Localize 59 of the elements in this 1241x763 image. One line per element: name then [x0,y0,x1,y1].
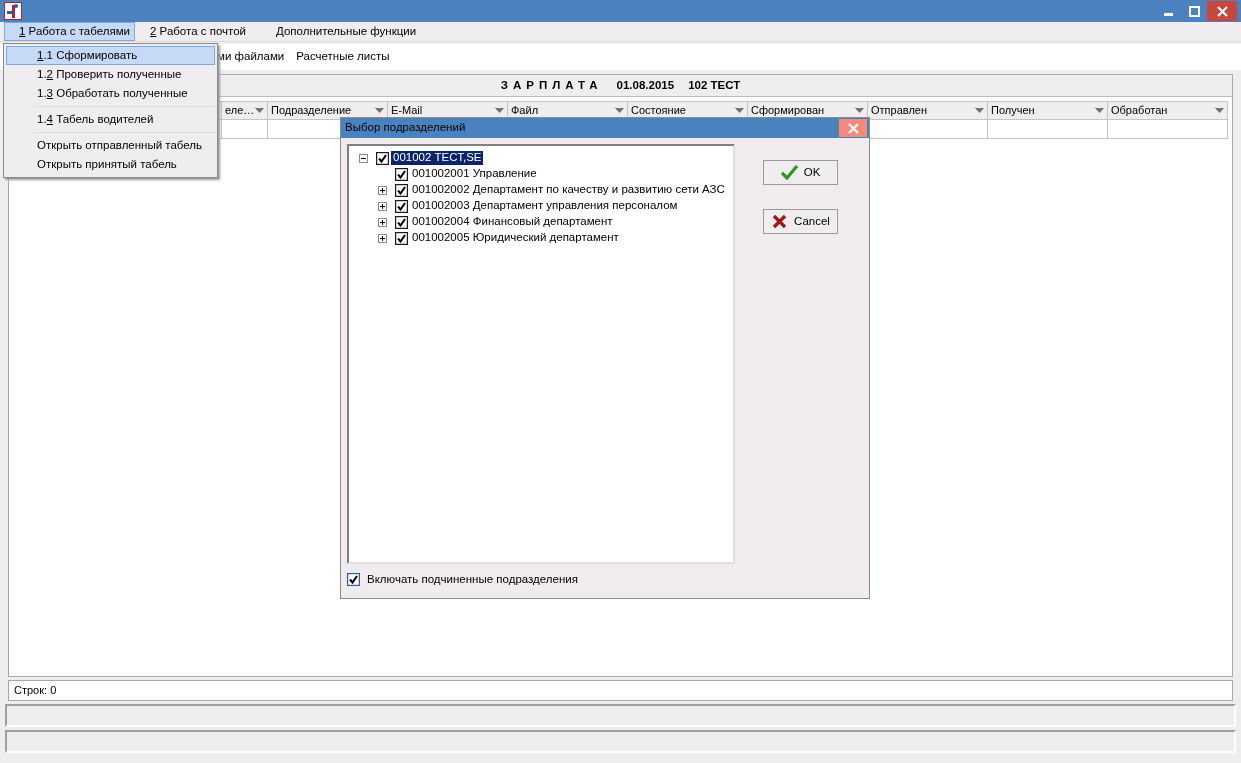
checkbox[interactable] [395,183,408,197]
checkbox[interactable] [395,167,408,181]
menu-item[interactable]: 1.1 Сформировать [6,46,215,65]
report-code: 102 ТЕСТ [688,78,741,93]
tree-item[interactable]: 001002005 Юридический департамент [410,231,621,245]
tree-item[interactable]: 001002003 Департамент управления персоналом [410,199,680,213]
dialog-title: Выбор подразделений [345,121,466,135]
dropdown-arrow-icon [735,108,744,113]
ok-button[interactable]: OK [763,160,838,185]
minimize-icon [1163,13,1173,16]
report-title: ЗАРПЛАТА [500,78,603,93]
maximize-icon [1188,5,1200,17]
row-count: Строк: 0 [14,684,57,696]
column-header[interactable]: Отправлен [868,101,988,120]
menu-item[interactable]: 2 Работа с почтой [135,22,261,41]
tree-item[interactable]: 001002 ТЕСТ,SE [391,151,484,165]
expand-toggle-icon[interactable] [378,201,387,211]
dropdown-arrow-icon [975,108,984,113]
checkbox[interactable] [395,199,408,213]
dropdown-arrow-icon [1095,108,1104,113]
toolbar-item[interactable]: Расчетные листы [296,50,390,64]
expand-toggle-icon[interactable] [359,153,368,163]
menu-item[interactable]: 1.4 Табель водителей [6,110,215,129]
expand-toggle-icon[interactable] [378,217,387,227]
column-header[interactable]: Обработан [1108,101,1228,120]
checkbox-label[interactable]: Включать подчиненные подразделения [367,573,578,587]
column-header[interactable]: Получен [988,101,1108,120]
close-icon [1216,5,1228,17]
menu-item[interactable]: Открыть отправленный табель [6,136,215,155]
column-header[interactable]: Подразделение [268,101,388,120]
dropdown-arrow-icon [1215,108,1224,113]
menu-item[interactable]: 1 Работа с табелями [4,22,135,41]
tree-item[interactable]: 001002004 Финансовый департамент [410,215,615,229]
cross-icon [771,213,789,230]
menu-item[interactable]: 1.3 Обработать полученные [6,84,215,103]
checkbox[interactable] [347,573,360,587]
dropdown-arrow-icon [375,108,384,113]
expand-toggle-icon[interactable] [378,185,387,195]
column-header[interactable]: еле… [222,101,268,120]
checkbox[interactable] [376,151,389,165]
tree-item[interactable]: 001002002 Департамент по качеству и развитию сети АЗС [410,183,727,197]
checkbox[interactable] [395,231,408,245]
expand-toggle-icon[interactable] [378,233,387,243]
cancel-button[interactable]: Cancel [763,209,838,234]
dropdown-arrow-icon [855,108,864,113]
close-button[interactable] [1207,1,1237,21]
close-icon [847,122,859,134]
check-icon [780,164,798,181]
app-logo-icon [4,2,22,20]
dropdown-arrow-icon [615,108,624,113]
dropdown-arrow-icon [255,108,264,113]
report-date: 01.08.2015 [616,78,675,93]
dropdown-arrow-icon [495,108,504,113]
menu-item[interactable]: Открыть принятый табель [6,155,215,174]
menu-item[interactable]: Дополнительные функции [261,22,432,41]
checkbox[interactable] [395,215,408,229]
toolbar-item[interactable]: ми файлами [217,50,285,64]
tree-item[interactable]: 001002001 Управление [410,167,539,181]
menu-item[interactable]: 1.2 Проверить полученные [6,65,215,84]
